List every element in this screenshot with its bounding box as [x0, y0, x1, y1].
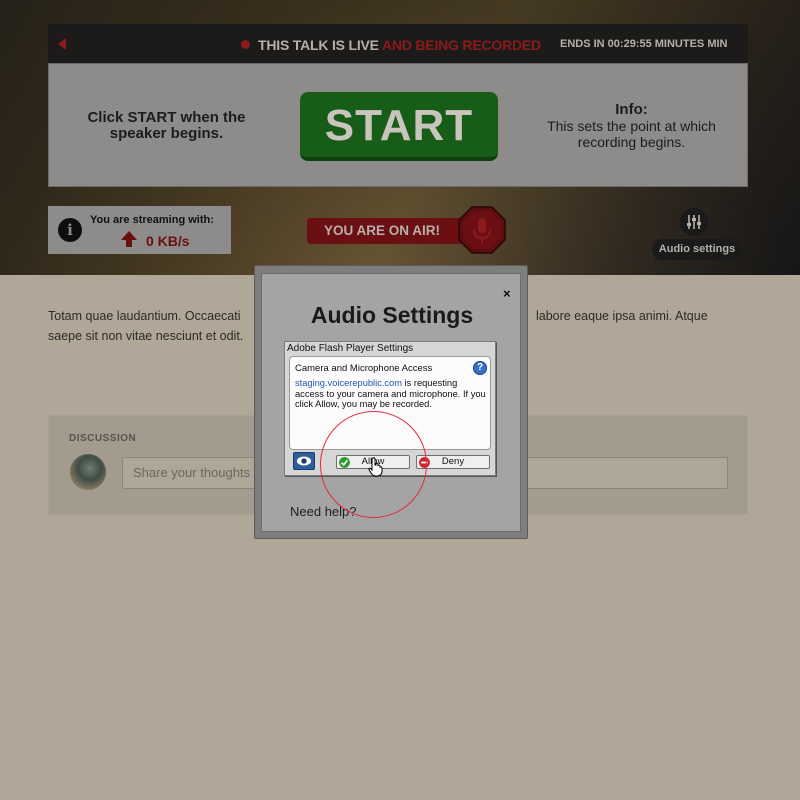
- close-icon[interactable]: ×: [503, 287, 511, 300]
- permission-message: staging.voicerepublic.com is requesting …: [295, 378, 487, 410]
- camera-privacy-icon[interactable]: [293, 452, 315, 470]
- permission-title: Camera and Microphone Access: [295, 363, 433, 374]
- deny-label: Deny: [441, 456, 465, 467]
- deny-button[interactable]: Deny: [416, 455, 490, 469]
- help-icon[interactable]: ?: [473, 361, 487, 375]
- flash-dialog-title: Adobe Flash Player Settings: [287, 343, 414, 354]
- modal-title: Audio Settings: [310, 302, 474, 328]
- click-highlight-ring: [320, 411, 427, 518]
- site-link: staging.voicerepublic.com: [295, 378, 402, 388]
